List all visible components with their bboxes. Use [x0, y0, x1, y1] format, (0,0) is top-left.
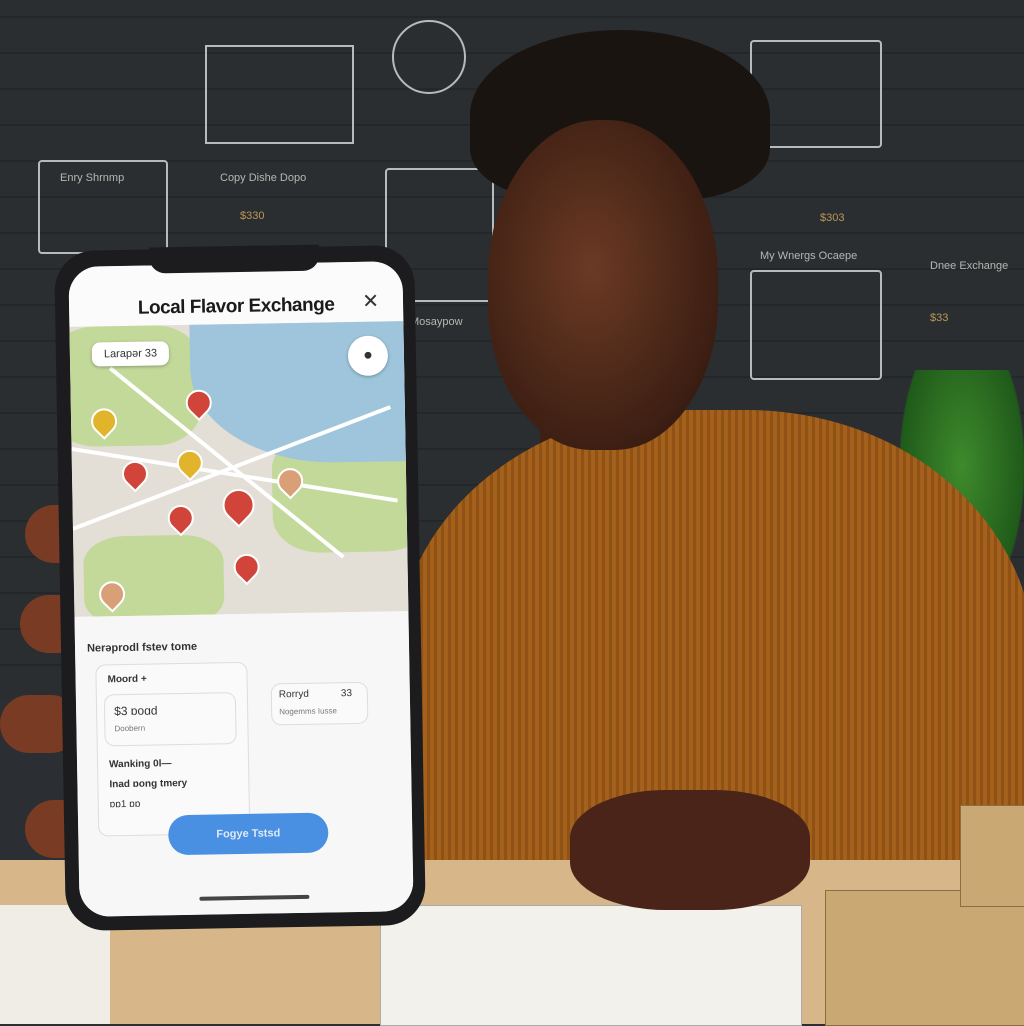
listing-panel: Nerəprodl fstev tome Moord + $3 ɒoɑd Doo… — [74, 611, 414, 917]
close-icon[interactable]: ✕ — [362, 289, 379, 314]
selected-map-pin-icon[interactable] — [215, 482, 262, 528]
cardboard-box — [960, 805, 1024, 907]
left-label: Moord + — [107, 673, 147, 686]
sketch-paper — [380, 905, 802, 1026]
person-hand — [570, 790, 810, 910]
chalk-text: $303 — [820, 212, 845, 224]
price-card-sub: Doobern — [114, 723, 146, 734]
list-item: Wanking 0l— — [108, 758, 172, 771]
map-pin-icon[interactable] — [228, 548, 266, 586]
list-item: ɒɒ1 ɒɒ — [109, 798, 141, 811]
list-item: Inad ɒong tmery — [109, 777, 188, 791]
chalk-text: Copy Dishe Dopo — [220, 172, 307, 184]
chalk-text: Enry Shrnmp — [60, 172, 125, 184]
cardboard-box — [825, 890, 1024, 1026]
chalk-text: $330 — [240, 210, 265, 222]
chalk-card — [750, 270, 882, 380]
smartphone: Local Flavor Exchange ✕ Larapər 33 ● Ner… — [54, 244, 426, 932]
price-card[interactable] — [103, 692, 237, 747]
left-column — [95, 661, 251, 837]
lightbulb-drawing — [392, 20, 466, 94]
price-card-value: $3 ɒoɑd — [114, 703, 158, 719]
info-card-title: Rorryd — [278, 688, 309, 701]
map-view[interactable]: Larapər 33 ● — [69, 321, 409, 617]
app-title: Local Flavor Exchange — [137, 294, 335, 319]
chalk-text: My Wnergs Ocaepe — [760, 250, 858, 262]
chalk-text: $33 — [930, 312, 949, 324]
chalk-text: Mosaypow — [410, 316, 463, 328]
phone-notch — [149, 244, 320, 274]
cta-button[interactable]: Fogye Tstsd — [167, 812, 329, 856]
info-card-sub: Nogemms Iusse — [279, 706, 338, 717]
person-face — [488, 120, 718, 450]
search-chip[interactable]: Larapər 33 — [91, 341, 170, 367]
chalk-text: Dnee Exchange — [930, 260, 1009, 272]
info-card-value: 33 — [340, 688, 353, 700]
phone-screen: Local Flavor Exchange ✕ Larapər 33 ● Ner… — [68, 261, 414, 917]
home-indicator[interactable] — [199, 894, 310, 901]
section-title: Nerəprodl fstev tome — [86, 640, 198, 655]
house-drawing — [205, 45, 354, 144]
map-pin-icon[interactable] — [162, 499, 200, 537]
